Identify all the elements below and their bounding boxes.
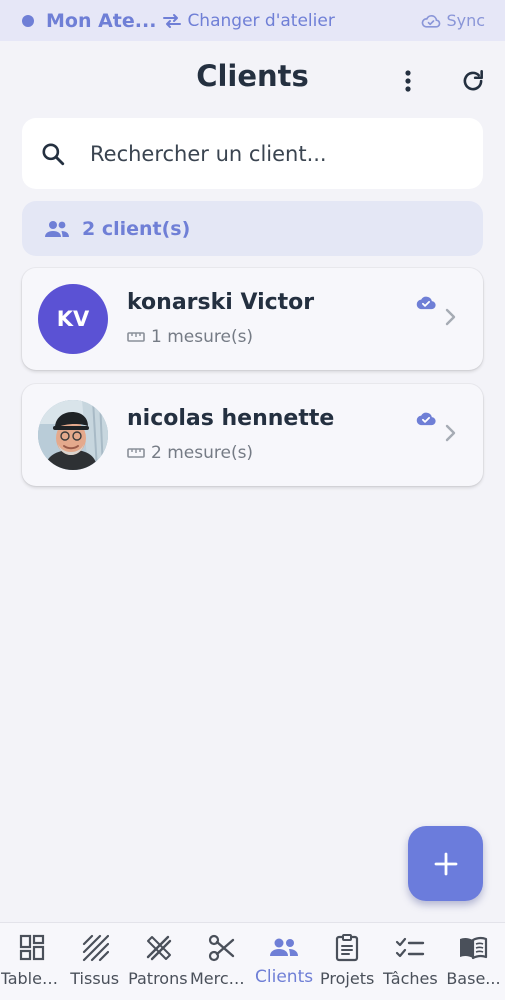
tasks-icon	[396, 937, 425, 958]
nav-label: Tissus	[70, 969, 120, 988]
search-input[interactable]	[90, 141, 450, 166]
dashboard-icon	[19, 934, 44, 961]
refresh-button[interactable]	[456, 65, 490, 97]
nav-label: Projets	[320, 969, 375, 988]
refresh-icon	[463, 69, 483, 91]
nav-item-clients[interactable]: Clients	[253, 923, 316, 1000]
sync-button[interactable]: Sync	[421, 11, 485, 30]
people-icon	[270, 938, 299, 956]
chevron-right-icon	[445, 308, 456, 326]
cloud-synced-icon	[416, 296, 436, 310]
cloud-synced-icon	[416, 412, 436, 426]
people-icon	[45, 220, 69, 237]
client-name: nicolas hennette	[127, 406, 335, 431]
client-measures-label: 1 mesure(s)	[151, 327, 254, 347]
more-options-button[interactable]	[392, 65, 424, 97]
workshop-status-dot	[22, 14, 34, 27]
avatar: KV	[38, 284, 108, 354]
client-measures: 2 mesure(s)	[127, 443, 253, 463]
book-icon	[460, 936, 488, 960]
nav-label: Tâches	[382, 969, 438, 988]
client-card[interactable]: KV konarski Victor 1 mesure(s)	[22, 268, 483, 370]
nav-label: Mercerie	[189, 969, 252, 988]
avatar-photo	[38, 400, 108, 470]
nav-item-base[interactable]: Base...	[442, 923, 505, 1000]
more-vert-icon	[405, 70, 411, 92]
nav-label: Clients	[255, 967, 314, 987]
ruler-icon	[127, 448, 145, 458]
client-photo	[38, 400, 108, 470]
nav-label: Base...	[446, 969, 501, 988]
chevron-right-icon	[445, 424, 456, 442]
client-measures-label: 2 mesure(s)	[151, 443, 254, 463]
nav-item-haberdashery[interactable]: Mercerie	[189, 923, 252, 1000]
nav-item-fabrics[interactable]: Tissus	[63, 923, 126, 1000]
client-card[interactable]: nicolas hennette 2 mesure(s)	[22, 384, 483, 486]
nav-item-patterns[interactable]: Patrons	[126, 923, 189, 1000]
cloud-check-icon	[422, 14, 441, 28]
fabric-icon	[82, 934, 109, 962]
nav-item-tasks[interactable]: Tâches	[379, 923, 442, 1000]
ruler-icon	[127, 332, 145, 342]
search-box[interactable]	[22, 118, 483, 189]
nav-label: Tableau de bord	[0, 969, 63, 988]
nav-item-dashboard[interactable]: Tableau de bord	[0, 923, 63, 1000]
nav-item-projects[interactable]: Projets	[316, 923, 379, 1000]
plus-icon	[434, 852, 457, 875]
switch-workshop-button[interactable]: Changer d'atelier	[162, 10, 335, 31]
client-measures: 1 mesure(s)	[127, 327, 253, 347]
app-header: Clients	[0, 41, 505, 117]
bottom-navigation: Tableau de bord Tissus Patrons Mercerie …	[0, 922, 505, 1000]
scissors-icon	[208, 934, 235, 962]
workshop-name: Mon Ate...	[46, 9, 157, 32]
sync-label: Sync	[446, 11, 485, 30]
add-client-button[interactable]	[408, 826, 483, 901]
swap-icon	[163, 13, 182, 28]
switch-workshop-label: Changer d'atelier	[187, 10, 335, 31]
pattern-icon	[146, 935, 172, 961]
workshop-bar: Mon Ate... Changer d'atelier Sync	[0, 0, 505, 41]
client-count-badge: 2 client(s)	[22, 201, 483, 256]
nav-label: Patrons	[128, 969, 188, 988]
client-count-label: 2 client(s)	[82, 217, 191, 240]
client-name: konarski Victor	[127, 290, 315, 315]
search-icon	[42, 142, 65, 165]
clipboard-icon	[336, 934, 359, 962]
page-title: Clients	[196, 59, 309, 93]
